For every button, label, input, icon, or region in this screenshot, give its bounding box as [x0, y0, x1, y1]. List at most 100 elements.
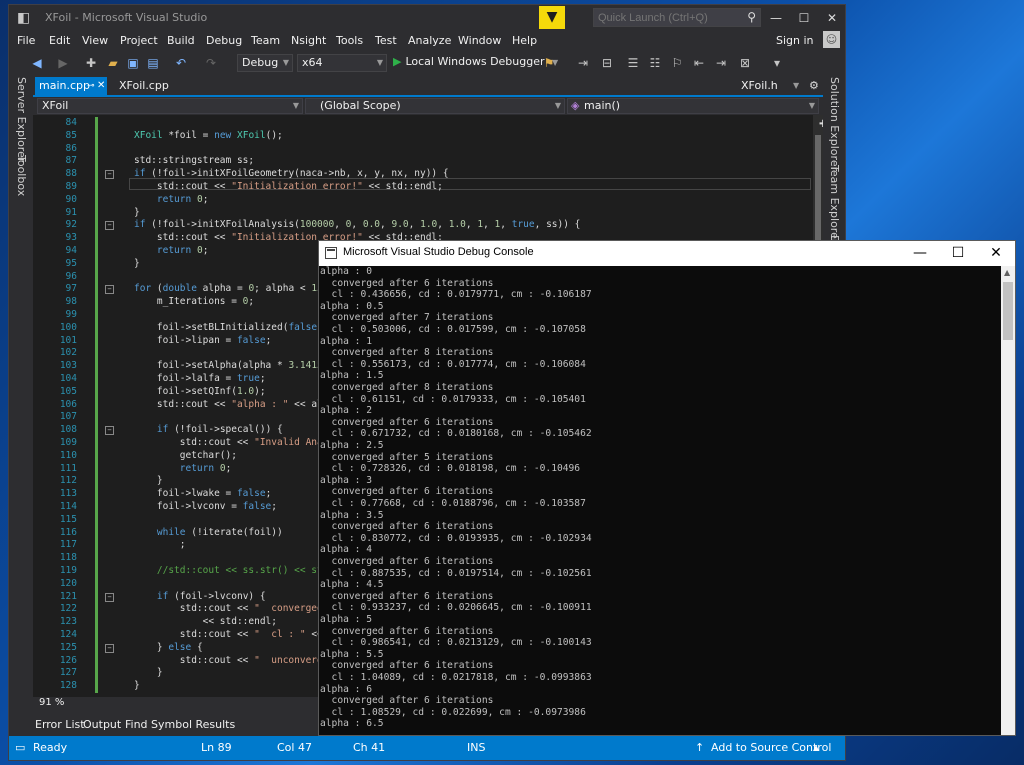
chevron-up-icon[interactable]: ▲	[813, 743, 819, 752]
zoom-level[interactable]: 91 %	[39, 697, 64, 708]
collapse-icon[interactable]: −	[105, 643, 114, 653]
prev-bookmark-icon[interactable]: ⇤	[691, 55, 707, 71]
menu-window[interactable]: Window	[458, 34, 501, 47]
console-scrollbar[interactable]: ▲	[1001, 266, 1015, 735]
line-number: 93	[65, 232, 77, 244]
collapse-icon[interactable]: −	[105, 170, 114, 180]
collapse-icon[interactable]: −	[105, 426, 114, 436]
platform-dropdown[interactable]: x64 ▼	[297, 54, 387, 72]
navigate-back-icon[interactable]: ◀	[29, 55, 45, 71]
code-line[interactable]: 90 return 0;	[33, 193, 823, 207]
new-project-icon[interactable]: ✚	[83, 55, 99, 71]
save-all-icon[interactable]: ▤	[145, 55, 161, 71]
line-number: 99	[65, 309, 77, 320]
next-bookmark-icon[interactable]: ⇥	[713, 55, 729, 71]
collapse-icon[interactable]: −	[105, 285, 114, 295]
code-line[interactable]: 85 XFoil *foil = new XFoil();	[33, 129, 823, 143]
status-ready: Ready	[33, 741, 68, 754]
tab-xfoil-cpp[interactable]: XFoil.cpp	[119, 77, 169, 95]
menu-test[interactable]: Test	[375, 34, 397, 47]
code-line[interactable]: 89 std::cout << "Initialization error!" …	[33, 181, 823, 194]
menu-view[interactable]: View	[82, 34, 108, 47]
menu-tools[interactable]: Tools	[336, 34, 363, 47]
quick-launch-box[interactable]: ⚲	[593, 8, 761, 27]
console-title: Microsoft Visual Studio Debug Console	[343, 246, 534, 258]
code-line[interactable]: 91}	[33, 206, 823, 220]
line-number: 112	[59, 475, 77, 487]
save-icon[interactable]: ▣	[125, 55, 141, 71]
collapse-icon[interactable]: −	[105, 592, 114, 602]
tab-main-cpp[interactable]: main.cpp ⊸ ✕	[35, 77, 107, 95]
menu-file[interactable]: File	[17, 34, 35, 47]
collapse-icon[interactable]: −	[105, 221, 114, 231]
undo-icon[interactable]: ↶	[173, 55, 189, 71]
code-line[interactable]: 92 − if (!foil->initXFoilAnalysis(100000, …	[33, 219, 823, 233]
menu-edit[interactable]: Edit	[49, 34, 70, 47]
menu-nsight[interactable]: Nsight	[291, 34, 326, 47]
change-marker	[95, 181, 98, 194]
sign-in-link[interactable]: Sign in	[776, 34, 814, 47]
maximize-button[interactable]: ☐	[789, 7, 819, 29]
feedback-filter-icon[interactable]: ▼	[539, 6, 565, 29]
code-text: if (foil->lvconv) {	[156, 590, 266, 602]
code-line[interactable]: 88 − if (!foil->initXFoilGeometry(naca->nb…	[33, 168, 823, 181]
menu-project[interactable]: Project	[120, 34, 158, 47]
pin-icon[interactable]: ⊸	[87, 77, 95, 95]
console-minimize-button[interactable]: —	[901, 241, 939, 266]
menu-build[interactable]: Build	[167, 34, 195, 47]
member-dropdown[interactable]: ◈ main() ▼	[567, 98, 819, 114]
close-tab-icon[interactable]: ✕	[97, 77, 105, 95]
member-value: main()	[584, 99, 621, 112]
tab-xfoil-h[interactable]: XFoil.h	[741, 77, 778, 95]
quick-launch-input[interactable]	[594, 9, 738, 26]
uncomment-icon[interactable]: ☷	[647, 55, 663, 71]
status-insert-mode: INS	[467, 741, 486, 754]
code-line[interactable]: 86	[33, 142, 823, 156]
minimize-button[interactable]: —	[761, 7, 791, 29]
redo-icon[interactable]: ↷	[203, 55, 219, 71]
menu-analyze[interactable]: Analyze	[408, 34, 451, 47]
source-control-up-icon[interactable]: ↑	[695, 741, 704, 754]
console-line: alpha : 0.5	[320, 300, 384, 312]
clear-bookmarks-icon[interactable]: ⊠	[737, 55, 753, 71]
console-close-button[interactable]: ✕	[977, 241, 1015, 266]
comment-icon[interactable]: ☰	[625, 55, 641, 71]
tab-find-symbol-results[interactable]: Find Symbol Results	[125, 718, 235, 731]
navigate-forward-icon[interactable]: ▶	[55, 55, 71, 71]
settings-gear-icon[interactable]: ⚙	[809, 77, 819, 95]
menu-help[interactable]: Help	[512, 34, 537, 47]
toolbar-options-icon[interactable]: ▾	[769, 55, 785, 71]
search-icon[interactable]: ⚲	[747, 10, 756, 24]
code-text: std::cout << "Invalid Analys	[134, 437, 340, 448]
console-maximize-button[interactable]: ☐	[939, 241, 977, 266]
solution-explorer-tab[interactable]: Solution Explorer	[828, 77, 841, 171]
team-explorer-tab[interactable]: Team Explorer	[828, 165, 841, 243]
start-debugger-button[interactable]: ▶ Local Windows Debugger ▼	[393, 55, 558, 68]
process-icon[interactable]: ⚑	[541, 55, 557, 71]
account-avatar-icon[interactable]: ☺	[823, 31, 840, 48]
console-line: cl : 0.728326, cd : 0.018198, cm : -0.10…	[320, 463, 581, 475]
scope-dropdown[interactable]: (Global Scope) ▼	[305, 98, 565, 114]
line-number: 104	[59, 373, 77, 384]
tab-dropdown-icon[interactable]: ▼	[793, 77, 799, 95]
project-dropdown[interactable]: XFoil ▼	[37, 98, 303, 114]
toolbox-tab[interactable]: Toolbox	[15, 155, 28, 196]
bookmark-icon[interactable]: ⚐	[669, 55, 685, 71]
tab-output[interactable]: Output	[83, 718, 121, 731]
scroll-up-icon[interactable]: ▲	[1004, 268, 1010, 277]
open-folder-icon[interactable]: ▰	[105, 55, 121, 71]
code-line[interactable]: 84	[33, 117, 823, 130]
chevron-down-icon: ▼	[808, 101, 815, 110]
menu-debug[interactable]: Debug	[206, 34, 242, 47]
configuration-dropdown[interactable]: Debug ▼	[237, 54, 293, 72]
server-explorer-tab[interactable]: Server Explorer	[15, 77, 28, 162]
step-icon[interactable]: ⇥	[575, 55, 591, 71]
menu-team[interactable]: Team	[251, 34, 280, 47]
close-button[interactable]: ✕	[817, 7, 845, 29]
console-scroll-thumb[interactable]	[1003, 282, 1013, 340]
change-marker	[95, 347, 98, 361]
code-text: getchar();	[134, 449, 237, 461]
bookmark-toggle-icon[interactable]: ⊟	[599, 55, 615, 71]
code-line[interactable]: 87 std::stringstream ss;	[33, 155, 823, 169]
tab-error-list[interactable]: Error List	[35, 718, 85, 731]
